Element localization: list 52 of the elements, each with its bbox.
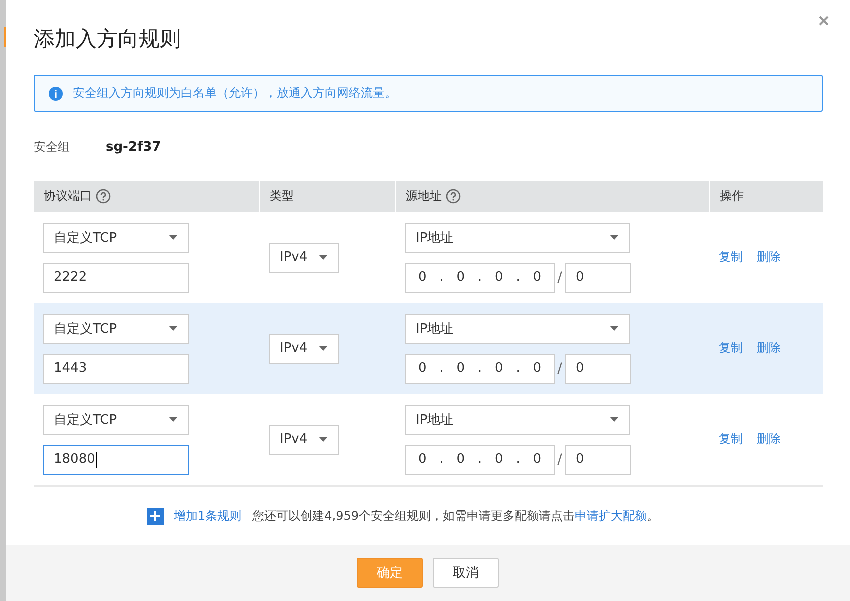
column-title: 源地址: [406, 188, 442, 205]
mask-separator: /: [556, 360, 564, 376]
mask-separator: /: [556, 452, 564, 468]
column-title: 类型: [270, 188, 294, 205]
caret-icon: [610, 326, 619, 331]
info-text: 安全组入方向规则为白名单（允许），放通入方向网络流量。: [73, 85, 397, 102]
mask-field[interactable]: 0: [565, 444, 631, 474]
help-icon[interactable]: [96, 189, 111, 204]
caret-icon: [610, 417, 619, 422]
ip-type-select[interactable]: IPv4: [269, 334, 339, 364]
source-select[interactable]: IP地址: [405, 314, 630, 344]
help-icon[interactable]: [446, 189, 461, 204]
protocol-select[interactable]: 自定义TCP: [43, 222, 189, 252]
quota-note: 您还可以创建4,959个安全组规则，如需申请更多配额请点击申请扩大配额。: [252, 508, 659, 524]
mask-separator: /: [556, 270, 564, 286]
close-icon[interactable]: [819, 16, 829, 26]
port-field[interactable]: 18080: [43, 444, 189, 474]
mask-field[interactable]: 0: [565, 262, 631, 292]
caret-icon: [169, 417, 178, 422]
source-select[interactable]: IP地址: [405, 222, 630, 252]
action-link[interactable]: 复制: [719, 249, 743, 266]
ip-address-field[interactable]: 0 . 0 . 0 . 0: [405, 262, 555, 292]
add-rule-link[interactable]: 增加1条规则: [174, 508, 242, 524]
caret-icon: [319, 346, 328, 351]
caret-icon: [169, 235, 178, 240]
column-title: 协议端口: [44, 188, 92, 205]
info-icon: [49, 86, 63, 100]
action-link[interactable]: 删除: [757, 431, 781, 448]
action-link[interactable]: 复制: [719, 431, 743, 448]
protocol-select[interactable]: 自定义TCP: [43, 404, 189, 434]
column-title: 操作: [720, 188, 744, 205]
dialog-title: 添加入方向规则: [34, 26, 182, 53]
source-select[interactable]: IP地址: [405, 404, 630, 434]
caret-icon: [319, 437, 328, 442]
accent-bar: [4, 27, 6, 47]
mask-field[interactable]: 0: [565, 354, 631, 384]
quota-link[interactable]: 申请扩大配额: [575, 508, 647, 522]
plus-icon[interactable]: [147, 508, 164, 524]
action-link[interactable]: 删除: [757, 249, 781, 266]
caret-icon: [610, 235, 619, 240]
group-label: 安全组: [34, 138, 71, 156]
ip-address-field[interactable]: 0 . 0 . 0 . 0: [405, 444, 555, 474]
protocol-select[interactable]: 自定义TCP: [43, 314, 189, 344]
ip-address-field[interactable]: 0 . 0 . 0 . 0: [405, 354, 555, 384]
port-field[interactable]: 1443: [43, 354, 189, 384]
caret-icon: [169, 326, 178, 331]
group-value: sg-2f37: [106, 140, 162, 154]
ip-type-select[interactable]: IPv4: [269, 424, 339, 454]
caret-icon: [319, 255, 328, 260]
ip-type-select[interactable]: IPv4: [269, 242, 339, 272]
port-field[interactable]: 2222: [43, 262, 189, 292]
cancel-button[interactable]: 取消: [433, 558, 499, 588]
